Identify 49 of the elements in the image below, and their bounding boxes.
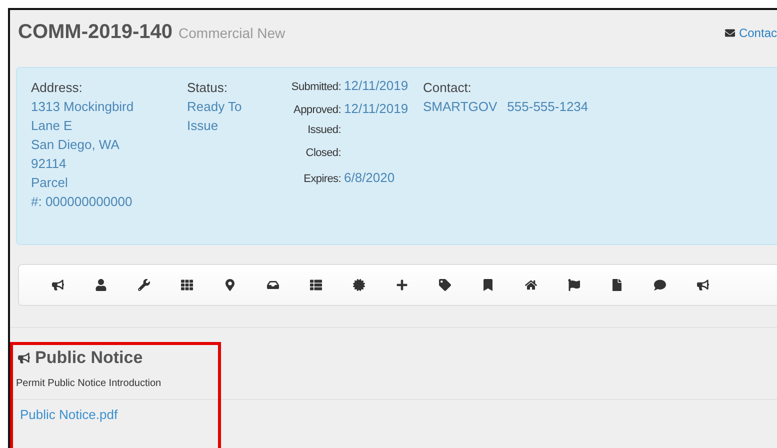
date-label: Issued: [306, 124, 341, 136]
badge-button[interactable] [350, 276, 368, 294]
date-value: 6/8/2020 [344, 170, 395, 185]
wrench-icon [138, 279, 150, 291]
file-icon [611, 279, 623, 291]
address-line: Lane E [31, 117, 74, 135]
megaphone-icon [52, 279, 64, 291]
address-line: San Diego, WA [31, 136, 120, 154]
section-intro: Permit Public Notice Introduction [16, 378, 162, 389]
section-title: Public Notice [35, 348, 143, 368]
status-value: Issue [187, 117, 220, 135]
tag-button[interactable] [436, 276, 454, 294]
address-line: 1313 Mockingbird [31, 98, 135, 116]
list-icon [310, 279, 322, 291]
address-line: #: 000000000000 [31, 193, 134, 211]
inbox-icon [267, 279, 279, 291]
date-label: Submitted: [290, 81, 341, 93]
user-icon [95, 279, 107, 291]
date-label: Closed: [304, 147, 341, 159]
contact-label: Contact: [423, 79, 472, 97]
status-label: Status: [187, 79, 228, 97]
date-label: Approved: [292, 104, 341, 116]
file-link[interactable]: Public Notice.pdf [20, 407, 118, 422]
tag-icon [439, 279, 451, 291]
contact-link[interactable]: Contac [724, 26, 777, 40]
date-value: 12/11/2019 [344, 101, 408, 116]
address-line: Parcel [31, 174, 69, 192]
badge-icon [353, 279, 365, 291]
flag-icon [568, 279, 580, 291]
plus-icon [396, 279, 408, 291]
permit-number: COMM-2019-140 [18, 21, 173, 44]
contact-phone: 555-555-1234 [507, 98, 588, 116]
date-value: 12/11/2019 [344, 78, 408, 93]
status-value: Ready To [187, 98, 243, 116]
address-line: 92114 [31, 155, 68, 173]
home-icon [525, 279, 537, 291]
address-label: Address: [31, 79, 84, 97]
map-pin-icon [224, 279, 236, 291]
contact-name: SMARTGOV [423, 98, 498, 116]
megaphone-icon [18, 352, 30, 364]
permit-type: Commercial New [178, 25, 286, 41]
megaphone-icon [697, 279, 709, 291]
comment-icon [654, 279, 666, 291]
flag-button[interactable] [565, 276, 583, 294]
wrench-button[interactable] [135, 276, 153, 294]
bookmark-icon [482, 279, 494, 291]
date-label: Expires: [302, 173, 341, 185]
grid-icon [181, 279, 193, 291]
envelope-icon [724, 28, 735, 38]
